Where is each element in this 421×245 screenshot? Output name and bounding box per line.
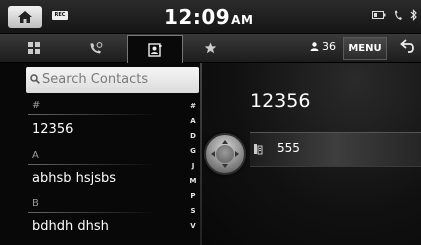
bluetooth-icon — [410, 9, 417, 21]
index-letter[interactable]: M — [186, 177, 200, 185]
index-letter[interactable]: S — [186, 207, 200, 215]
battery-icon — [372, 11, 386, 19]
index-letter[interactable]: P — [186, 192, 200, 200]
status-bar: REC 12:09AM — [0, 0, 421, 33]
contact-count: 36 — [310, 40, 336, 53]
contact-count-value: 36 — [322, 40, 336, 53]
back-icon — [400, 39, 414, 53]
favorites-icon — [204, 42, 216, 54]
index-letter[interactable]: D — [186, 132, 200, 140]
menu-button[interactable]: MENU — [343, 37, 387, 60]
clock-ampm: AM — [231, 13, 254, 27]
index-letter[interactable]: J — [186, 162, 200, 170]
clock-time: 12:09 — [164, 5, 231, 29]
home-phone-icon — [254, 144, 263, 155]
home-icon — [18, 11, 32, 23]
search-contacts-field[interactable]: Search Contacts — [26, 67, 199, 93]
home-button[interactable] — [8, 6, 42, 28]
detail-contact-name: 12356 — [250, 90, 311, 112]
clock: 12:09AM — [164, 5, 253, 29]
rec-icon: REC — [52, 11, 68, 20]
recent-calls-icon — [90, 41, 103, 53]
jog-dial[interactable] — [204, 133, 246, 175]
index-letter[interactable]: A — [186, 117, 200, 125]
tab-favorites[interactable] — [190, 35, 230, 61]
divider — [28, 164, 158, 165]
contact-list-panel: Search Contacts # 12356 A abhsb hsjsbs B… — [0, 63, 202, 245]
dialpad-icon — [28, 42, 40, 54]
tab-recent-calls[interactable] — [74, 35, 118, 61]
index-letter[interactable]: G — [186, 147, 200, 155]
contacts-icon — [148, 42, 162, 57]
tab-bar: 36 MENU — [0, 34, 421, 63]
index-letter[interactable]: # — [186, 102, 200, 110]
back-button[interactable] — [399, 38, 417, 59]
rec-label: REC — [54, 12, 66, 18]
tab-contacts[interactable] — [127, 35, 183, 63]
phone-number-row[interactable]: 555 — [250, 132, 421, 167]
index-letter[interactable]: V — [186, 222, 200, 230]
divider — [28, 114, 158, 115]
phone-number: 555 — [277, 141, 300, 155]
divider — [28, 212, 158, 213]
phone-contacts-screen: REC 12:09AM 36 MENU Search Contacts # 12… — [0, 0, 421, 245]
search-placeholder: Search Contacts — [42, 72, 149, 87]
phone-signal-icon — [395, 10, 402, 20]
status-icons — [372, 9, 417, 21]
search-icon — [30, 74, 40, 84]
person-icon — [310, 42, 319, 51]
tab-dialpad[interactable] — [14, 35, 54, 61]
dial-arrows-icon — [211, 140, 239, 168]
